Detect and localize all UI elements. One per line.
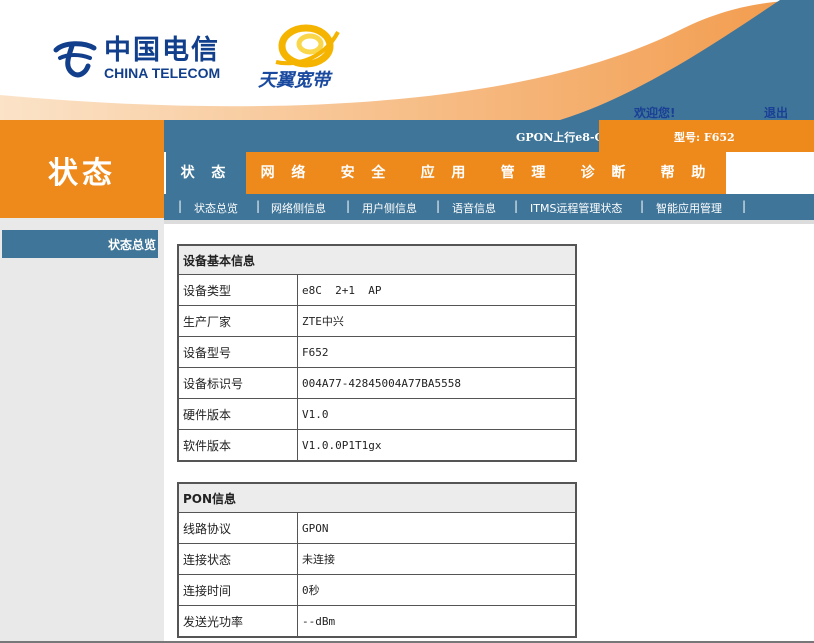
- device-info-title: 设备基本信息: [177, 244, 577, 275]
- table-row: 发送光功率 --dBm: [177, 605, 577, 638]
- logo-chinese-text: 中国电信: [104, 35, 220, 66]
- pon-info-table: PON信息 线路协议 GPON 连接状态 未连接 连接时间 0秒 发送光功率 -…: [177, 482, 577, 638]
- logout-link[interactable]: 退出: [764, 104, 788, 120]
- row-value: V1.0: [297, 398, 577, 430]
- welcome-text: 欢迎您!: [634, 106, 676, 120]
- submenu-wan-info[interactable]: 网络侧信息: [271, 200, 326, 216]
- sub-menu-separator: |: [346, 199, 351, 213]
- device-info-table: 设备基本信息 设备类型 e8C 2+1 AP 生产厂家 ZTE中兴 设备型号 F…: [177, 244, 577, 462]
- submenu-voice-info[interactable]: 语音信息: [452, 200, 496, 216]
- row-value: e8C 2+1 AP: [297, 274, 577, 306]
- table-header-row: 设备基本信息: [177, 244, 577, 275]
- row-label: 软件版本: [177, 429, 298, 462]
- tianyi-broadband-logo: 天翼宽带: [258, 20, 348, 91]
- model-box: 型号: F652: [599, 120, 814, 152]
- row-value: 0秒: [297, 574, 577, 606]
- row-value: --dBm: [297, 605, 577, 638]
- page-title: 状态: [48, 156, 116, 191]
- table-row: 连接状态 未连接: [177, 543, 577, 575]
- sub-menu: | 状态总览 | 网络侧信息 | 用户侧信息 | 语音信息 | ITMS远程管理…: [164, 194, 814, 220]
- table-header-row: PON信息: [177, 482, 577, 513]
- tab-diagnosis[interactable]: 诊 断: [566, 152, 646, 194]
- tab-help[interactable]: 帮 助: [646, 152, 726, 194]
- sub-menu-separator: |: [436, 199, 441, 213]
- tianyi-broadband-text: 天翼宽带: [258, 70, 330, 91]
- table-row: 软件版本 V1.0.0P1T1gx: [177, 429, 577, 462]
- table-row: 硬件版本 V1.0: [177, 398, 577, 430]
- gpon-uplink-status: GPON上行e8-C: [516, 131, 604, 144]
- logo-english-text: CHINA TELECOM: [104, 65, 221, 81]
- row-label: 生产厂家: [177, 305, 298, 337]
- main-content: 设备基本信息 设备类型 e8C 2+1 AP 生产厂家 ZTE中兴 设备型号 F…: [165, 224, 814, 643]
- model-text: 型号: F652: [674, 131, 735, 144]
- table-row: 连接时间 0秒: [177, 574, 577, 606]
- sub-menu-separator: |: [742, 199, 747, 213]
- status-info-bar: GPON上行e8-C 型号: F652: [164, 120, 814, 152]
- tianyi-swirl-icon: [275, 24, 340, 68]
- china-telecom-symbol-icon: [53, 41, 97, 78]
- china-telecom-logo: 中国电信 CHINA TELECOM: [50, 36, 220, 80]
- row-label: 设备类型: [177, 274, 298, 306]
- row-label: 连接状态: [177, 543, 298, 575]
- tab-application[interactable]: 应 用: [406, 152, 486, 194]
- row-label: 设备标识号: [177, 367, 298, 399]
- header: 中国电信 CHINA TELECOM 天翼宽带 欢迎您! 退出: [0, 0, 814, 120]
- submenu-itms-status[interactable]: ITMS远程管理状态: [530, 200, 622, 216]
- table-row: 线路协议 GPON: [177, 512, 577, 544]
- row-value: 未连接: [297, 543, 577, 575]
- row-label: 连接时间: [177, 574, 298, 606]
- tab-status[interactable]: 状 态: [166, 152, 246, 194]
- submenu-status-overview[interactable]: 状态总览: [194, 200, 238, 216]
- row-value: F652: [297, 336, 577, 368]
- sub-menu-separator: |: [178, 199, 183, 213]
- table-row: 设备型号 F652: [177, 336, 577, 368]
- row-label: 硬件版本: [177, 398, 298, 430]
- sidebar-item-label: 状态总览: [107, 238, 156, 252]
- submenu-smart-app[interactable]: 智能应用管理: [656, 200, 722, 216]
- main-menu: 状 态 网 络 安 全 应 用 管 理 诊 断 帮 助: [164, 152, 814, 194]
- table-row: 设备类型 e8C 2+1 AP: [177, 274, 577, 306]
- tab-management[interactable]: 管 理: [486, 152, 566, 194]
- table-row: 生产厂家 ZTE中兴: [177, 305, 577, 337]
- sub-menu-separator: |: [256, 199, 261, 213]
- sidebar-item-status-overview[interactable]: 状态总览: [2, 230, 158, 258]
- row-value: GPON: [297, 512, 577, 544]
- tab-security[interactable]: 安 全: [326, 152, 406, 194]
- row-value: 004A77-42845004A77BA5558: [297, 367, 577, 399]
- page-title-block: 状态: [0, 120, 164, 218]
- row-label: 发送光功率: [177, 605, 298, 638]
- submenu-lan-info[interactable]: 用户侧信息: [362, 200, 417, 216]
- sub-menu-separator: |: [640, 199, 645, 213]
- sub-menu-separator: |: [514, 199, 519, 213]
- row-value: ZTE中兴: [297, 305, 577, 337]
- row-value: V1.0.0P1T1gx: [297, 429, 577, 462]
- tab-network[interactable]: 网 络: [246, 152, 326, 194]
- left-sidebar: 状态总览: [0, 218, 164, 643]
- table-row: 设备标识号 004A77-42845004A77BA5558: [177, 367, 577, 399]
- row-label: 线路协议: [177, 512, 298, 544]
- row-label: 设备型号: [177, 336, 298, 368]
- pon-info-title: PON信息: [177, 482, 577, 513]
